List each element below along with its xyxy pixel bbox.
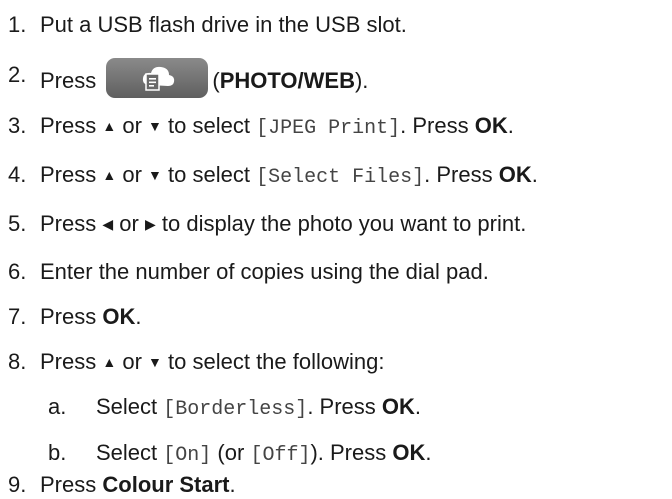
step-number: 1.: [8, 12, 27, 37]
step-number: 9.: [8, 472, 27, 497]
step-text: Press ▲ or ▼ to select [JPEG Print]. Pre…: [40, 113, 514, 140]
step-number: 6.: [8, 259, 27, 284]
step-number: 4.: [8, 162, 27, 187]
substep-letter: b.: [48, 440, 67, 465]
up-arrow-icon: ▲: [102, 118, 117, 134]
step-text: Press ▲ or ▼ to select [Select Files]. P…: [40, 162, 538, 189]
step-text: Enter the number of copies using the dia…: [40, 259, 489, 284]
step-number: 8.: [8, 349, 27, 374]
substep-text: Select [On] (or [Off]). Press OK.: [96, 440, 432, 467]
up-arrow-icon: ▲: [102, 354, 117, 370]
photo-web-button[interactable]: [106, 58, 209, 98]
step-text: Press Colour Start.: [40, 472, 236, 497]
step-text: Press ◀ or ▶ to display the photo you wa…: [40, 211, 527, 236]
step-number: 3.: [8, 113, 27, 138]
step-number: 5.: [8, 211, 27, 236]
step-text: Press OK.: [40, 304, 142, 329]
cloud-document-icon: [143, 66, 175, 91]
step-text: Press (PHOTO/WEB).: [40, 58, 368, 102]
right-arrow-icon: ▶: [144, 216, 156, 232]
down-arrow-icon: ▼: [148, 167, 162, 183]
down-arrow-icon: ▼: [148, 354, 162, 370]
step-text: Put a USB flash drive in the USB slot.: [40, 12, 407, 37]
down-arrow-icon: ▼: [148, 118, 162, 134]
up-arrow-icon: ▲: [102, 167, 117, 183]
left-arrow-icon: ◀: [102, 216, 114, 232]
step-number: 7.: [8, 304, 27, 329]
substep-text: Select [Borderless]. Press OK.: [96, 394, 422, 421]
step-text: Press ▲ or ▼ to select the following:: [40, 349, 385, 374]
step-number: 2.: [8, 62, 27, 87]
substep-letter: a.: [48, 394, 67, 419]
